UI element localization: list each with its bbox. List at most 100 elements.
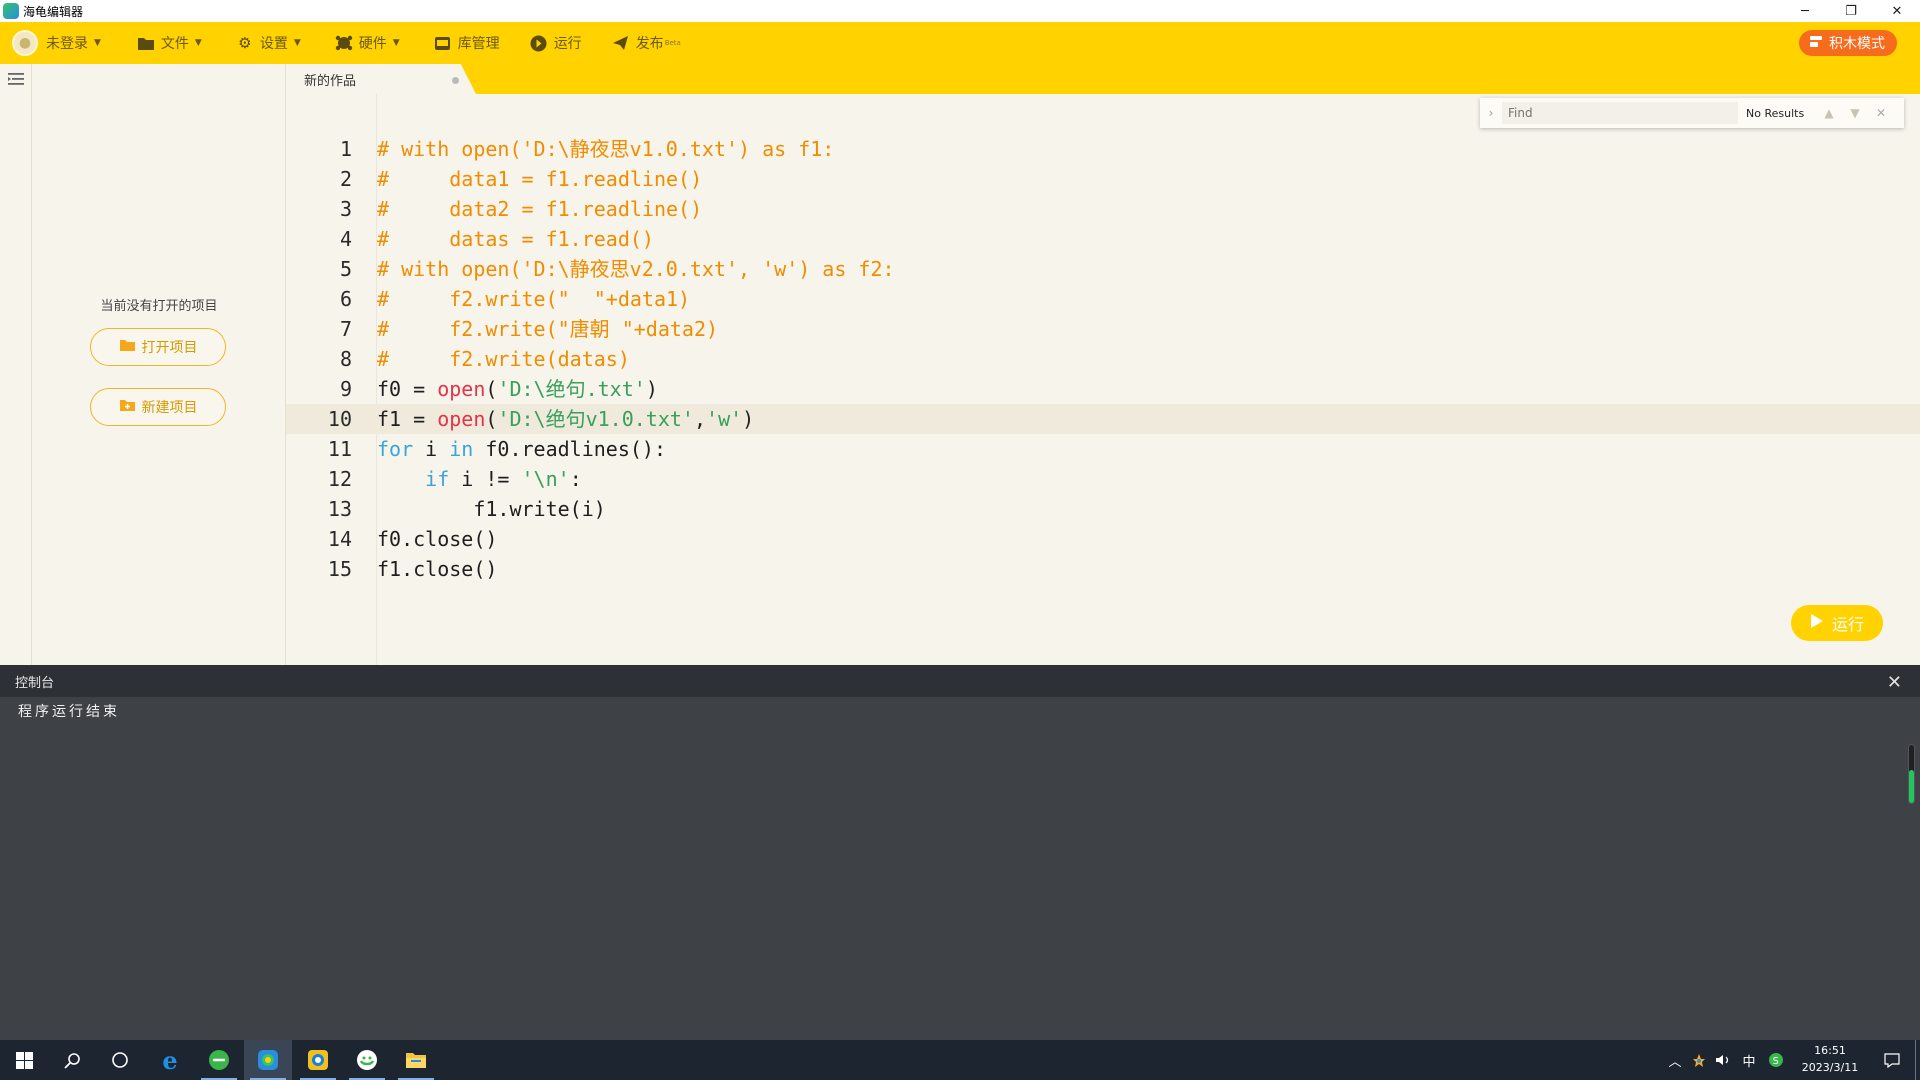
menu-hardware[interactable]: 硬件 ▼	[321, 22, 414, 64]
code-token: 'D:\绝句v1.0.txt'	[497, 407, 694, 431]
notification-icon[interactable]	[1872, 1040, 1912, 1080]
code-token: # datas = f1.read()	[377, 227, 654, 251]
qq-app-icon[interactable]	[294, 1040, 342, 1080]
code-line[interactable]: 6 # f2.write(" "+data1)	[286, 284, 1920, 314]
show-desktop-button[interactable]	[1915, 1040, 1916, 1080]
user-login-button[interactable]: ● 未登录 ▼	[0, 22, 115, 64]
ime-indicator[interactable]: 中	[1738, 1040, 1760, 1080]
open-project-button[interactable]: 打开项目	[90, 328, 226, 366]
console-scroll-thumb[interactable]	[1909, 770, 1914, 803]
edge-browser-icon[interactable]: e	[146, 1040, 194, 1080]
blocks-icon	[1809, 35, 1823, 52]
menu-run[interactable]: 运行	[516, 22, 596, 64]
code-token: :	[569, 467, 582, 491]
main-toolbar: ● 未登录 ▼ 文件 ▼ ⚙ 设置 ▼ 硬件 ▼ 库管理 运行 发布 Beta …	[0, 22, 1920, 64]
code-token: 'D:\绝句.txt'	[497, 377, 646, 401]
code-line[interactable]: 15 f1.close()	[286, 554, 1920, 584]
close-console-icon[interactable]: ✕	[1887, 672, 1902, 693]
code-line[interactable]: 9 f0 = open('D:\绝句.txt')	[286, 374, 1920, 404]
toggle-replace-icon[interactable]: ›	[1480, 106, 1502, 120]
system-clock[interactable]: 16:51 2023/3/11	[1790, 1042, 1870, 1076]
minimize-icon[interactable]: ─	[1782, 0, 1828, 22]
tray-expand-icon[interactable]: ︿	[1664, 1040, 1686, 1080]
turtle-app-icon	[3, 3, 19, 19]
code-line[interactable]: 12 if i != '\n':	[286, 464, 1920, 494]
unsaved-dot-icon[interactable]	[452, 77, 459, 84]
block-mode-button[interactable]: 积木模式	[1799, 30, 1897, 56]
project-panel: 当前没有打开的项目 打开项目 新建项目	[32, 64, 286, 665]
menu-publish-label: 发布	[635, 36, 664, 52]
line-number: 12	[327, 467, 352, 491]
code-line[interactable]: 2 # data1 = f1.readline()	[286, 164, 1920, 194]
code-token: f1.write(i)	[377, 497, 606, 521]
tab-new-work[interactable]: 新的作品	[286, 64, 476, 94]
line-number: 6	[339, 287, 352, 311]
code-token: f1.close()	[377, 557, 498, 581]
menu-run-label: 运行	[553, 36, 582, 52]
code-token: f0.close()	[377, 527, 498, 551]
line-content: # with open('D:\静夜思v1.0.txt') as f1:	[377, 134, 834, 164]
code-line[interactable]: 7 # f2.write("唐朝 "+data2)	[286, 314, 1920, 344]
menu-file[interactable]: 文件 ▼	[123, 22, 216, 64]
console-header: 控制台	[0, 665, 1920, 697]
line-number: 4	[339, 227, 352, 251]
previous-match-icon[interactable]: ▲	[1816, 106, 1842, 120]
next-match-icon[interactable]: ▼	[1842, 106, 1868, 120]
code-token: '\n'	[521, 467, 570, 491]
code-line[interactable]: 4 # datas = f1.read()	[286, 224, 1920, 254]
restore-icon[interactable]: ❐	[1828, 0, 1874, 22]
line-number: 7	[339, 317, 352, 341]
outline-menu-icon[interactable]	[8, 72, 24, 86]
code-line[interactable]: 11 for i in f0.readlines():	[286, 434, 1920, 464]
line-content: f1.write(i)	[377, 494, 606, 524]
code-token: if	[425, 467, 450, 491]
menu-library[interactable]: 库管理	[420, 22, 514, 64]
code-line[interactable]: 10 f1 = open('D:\绝句v1.0.txt','w')	[286, 404, 1920, 434]
menu-settings[interactable]: ⚙ 设置 ▼	[222, 22, 315, 64]
line-number: 11	[327, 437, 352, 461]
code-line[interactable]: 3 # data2 = f1.readline()	[286, 194, 1920, 224]
folder-open-icon	[119, 338, 136, 356]
line-number: 2	[339, 167, 352, 191]
windows-start-icon[interactable]	[0, 1040, 48, 1080]
chevron-down-icon: ▼	[94, 38, 101, 48]
menu-library-label: 库管理	[457, 36, 500, 52]
code-token: # f2.write(" "+data1)	[377, 287, 691, 311]
line-number: 14	[327, 527, 352, 551]
menu-publish[interactable]: 发布 Beta	[598, 22, 695, 64]
code-line[interactable]: 1 # with open('D:\静夜思v1.0.txt') as f1:	[286, 134, 1920, 164]
code-line[interactable]: 8 # f2.write(datas)	[286, 344, 1920, 374]
play-icon	[1810, 613, 1824, 633]
task-view-icon[interactable]	[96, 1040, 144, 1080]
tray-color-app-icon[interactable]	[1688, 1040, 1710, 1080]
code-token: open	[437, 407, 486, 431]
search-icon[interactable]	[48, 1040, 96, 1080]
tab-strip	[286, 64, 1920, 94]
code-lines[interactable]: 1 # with open('D:\静夜思v1.0.txt') as f1: 2 # …	[286, 134, 1920, 584]
code-token: (	[485, 407, 498, 431]
line-content: # datas = f1.read()	[377, 224, 654, 254]
close-find-icon[interactable]: ✕	[1868, 106, 1894, 120]
line-content: # data2 = f1.readline()	[377, 194, 702, 224]
svg-text:S: S	[1773, 1056, 1779, 1067]
green-app-icon[interactable]	[195, 1040, 243, 1080]
run-button[interactable]: 运行	[1791, 605, 1883, 641]
volume-icon[interactable]	[1712, 1040, 1734, 1080]
code-line[interactable]: 5 # with open('D:\静夜思v2.0.txt', 'w') as f…	[286, 254, 1920, 284]
wechat-app-icon[interactable]	[343, 1040, 391, 1080]
window-title: 海龟编辑器	[23, 4, 84, 19]
turtle-editor-taskbar-icon[interactable]	[244, 1040, 292, 1080]
new-project-button[interactable]: 新建项目	[90, 388, 226, 426]
beta-badge: Beta	[664, 39, 681, 47]
sogou-ime-icon[interactable]: S	[1765, 1040, 1787, 1080]
code-line[interactable]: 14 f0.close()	[286, 524, 1920, 554]
code-line[interactable]: 13 f1.write(i)	[286, 494, 1920, 524]
line-number: 15	[327, 557, 352, 581]
file-explorer-icon[interactable]	[392, 1040, 440, 1080]
close-icon[interactable]: ✕	[1874, 0, 1920, 22]
find-input[interactable]	[1502, 102, 1738, 124]
tab-label: 新的作品	[304, 73, 357, 89]
code-token: f1 =	[377, 407, 438, 431]
code-token: # f2.write(datas)	[377, 347, 630, 371]
menu-file-label: 文件	[160, 36, 189, 52]
